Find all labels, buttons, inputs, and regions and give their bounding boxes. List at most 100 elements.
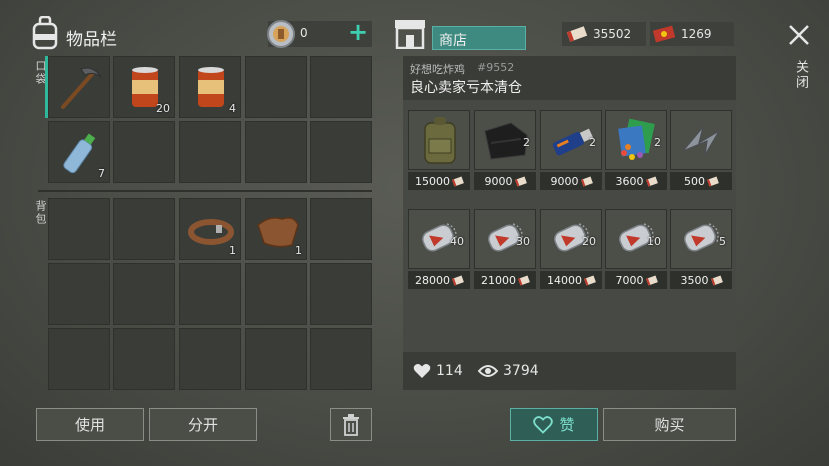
item-qty: 2 [654,136,661,149]
backpack-slot[interactable] [310,198,372,260]
shop-name: 良心卖家亏本清仓 [410,80,522,96]
backpack-label: 背包 [34,200,47,226]
ticket-icon [707,176,719,186]
like-button[interactable]: 赞 [510,408,598,441]
pocket-slot[interactable] [310,121,372,183]
ticket-icon [710,275,723,285]
coin-counter: 0 + [267,18,372,48]
shop-item[interactable]: 15000 [408,110,470,190]
item-price: 15000 [415,174,450,188]
backpack-slot[interactable] [48,198,110,260]
item-qty: 2 [589,136,596,149]
ticket-icon [645,176,658,186]
split-button[interactable]: 分开 [149,408,257,441]
add-coin-button[interactable]: + [348,18,368,46]
item-price: 28000 [415,273,450,287]
inventory-title: 物品栏 [66,30,117,50]
pocket-slot[interactable] [113,121,175,183]
backpack-slot[interactable] [113,328,175,390]
item-qty: 10 [647,235,661,248]
coupon-counter-b: 1269 [650,22,734,46]
close-label[interactable]: 关闭 [791,60,810,90]
seller-name: 好想吃炸鸡 [410,63,465,76]
ticket-icon [518,275,530,285]
shop-item[interactable]: 30 21000 [474,209,536,289]
item-price: 3500 [680,273,709,287]
ticket-icon [584,275,596,285]
pocket-slot[interactable]: 7 [48,121,110,183]
backpack-slot[interactable] [245,263,307,325]
item-qty: 30 [516,235,530,248]
shop-icon [395,20,425,49]
item-price: 9000 [550,174,579,188]
backpack-slot[interactable] [310,263,372,325]
item-price: 21000 [481,273,516,287]
backpack-slot[interactable] [48,263,110,325]
backpack-icon [32,16,58,50]
pocket-slot[interactable] [48,56,110,118]
ticket-icon [514,176,527,186]
backpack-slot[interactable] [113,263,175,325]
backpack-slot[interactable]: 1 [179,198,241,260]
backpack-slot[interactable] [310,328,372,390]
pickaxe-icon [61,67,102,109]
item-price: 14000 [547,273,582,287]
use-button[interactable]: 使用 [36,408,144,441]
item-price: 9000 [484,174,513,188]
coupon-b-value: 1269 [681,27,712,41]
tab-shop[interactable]: 商店 [432,26,526,50]
pocket-slot[interactable] [179,121,241,183]
shop-item[interactable]: 20 14000 [540,209,602,289]
heart-outline-icon [533,415,554,434]
buy-button[interactable]: 购买 [603,408,736,441]
shop-item[interactable]: 500 [670,110,732,190]
ticket-icon [452,275,464,285]
shop-stats-bar: 114 3794 [403,352,736,390]
heart-icon [413,364,431,378]
backpack-slot[interactable]: 1 [245,198,307,260]
inventory-header: 物品栏 [30,16,230,52]
metal-scraps-icon [682,126,720,156]
pocket-slot[interactable] [310,56,372,118]
seller-header: 好想吃炸鸡 #9552 良心卖家亏本清仓 [403,56,736,100]
shop-item[interactable]: 2 9000 [474,110,536,190]
item-price: 500 [684,174,705,188]
backpack-slot[interactable] [48,328,110,390]
ticket-icon [645,275,658,285]
delete-button[interactable] [330,408,372,441]
tab-shop-label: 商店 [439,33,467,49]
ticket-icon [566,26,588,42]
pocket-slot[interactable] [245,56,307,118]
item-qty: 2 [523,136,530,149]
eye-icon [478,365,498,377]
coin-icon [267,20,295,48]
shop-item[interactable]: 10 7000 [605,209,667,289]
ticket-icon [452,176,464,186]
ticket-icon [580,176,593,186]
backpack-slot[interactable] [113,198,175,260]
military-backpack-icon [424,117,456,164]
coupon-counter-a: 35502 [562,22,646,46]
item-count: 20 [156,102,170,115]
backpack-slot[interactable] [179,328,241,390]
likes-count: 114 [436,363,463,379]
item-price: 7000 [615,273,644,287]
shop-item[interactable]: 5 3500 [670,209,732,289]
backpack-slot[interactable] [245,328,307,390]
like-label: 赞 [559,416,575,434]
backpack-slot[interactable] [179,263,241,325]
shop-item[interactable]: 2 9000 [540,110,602,190]
item-count: 1 [229,244,236,257]
shop-item[interactable]: 40 28000 [408,209,470,289]
trash-icon [343,413,359,436]
red-ticket-icon [652,25,676,43]
pocket-slot[interactable]: 4 [179,56,241,118]
coupon-a-value: 35502 [593,27,632,41]
shop-item[interactable]: 2 3600 [605,110,667,190]
pocket-slot[interactable]: 20 [113,56,175,118]
item-qty: 5 [719,235,726,248]
pocket-slot[interactable] [245,121,307,183]
item-count: 1 [295,244,302,257]
close-icon[interactable] [788,24,810,46]
item-price: 3600 [615,174,644,188]
